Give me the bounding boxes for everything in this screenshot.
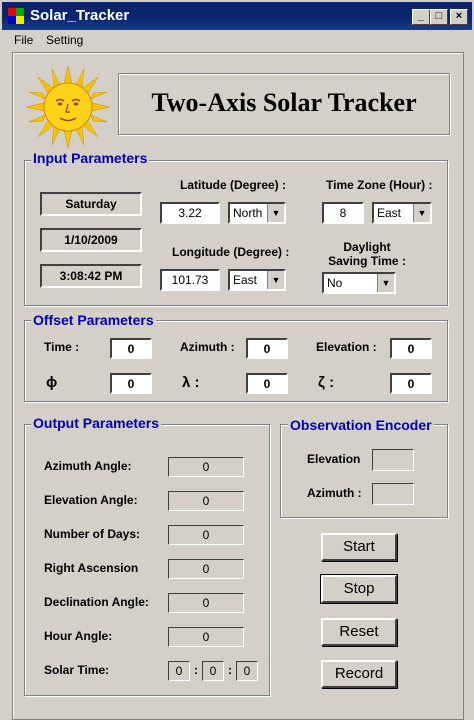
encoder-elevation-output	[372, 449, 414, 471]
chevron-down-icon[interactable]: ▼	[267, 204, 284, 222]
title-bar[interactable]: Solar_Tracker _ □ ×	[2, 2, 472, 30]
record-button[interactable]: Record	[321, 660, 397, 688]
offset-time-input[interactable]: 0	[110, 338, 152, 359]
window-title: Solar_Tracker	[30, 7, 130, 24]
sun-logo-icon	[25, 65, 111, 149]
offset-azimuth-input[interactable]: 0	[246, 338, 288, 359]
observation-encoder-group	[280, 424, 448, 518]
header-box: Two-Axis Solar Tracker	[118, 73, 450, 135]
input-parameters-title: Input Parameters	[31, 150, 150, 166]
timezone-input[interactable]: 8	[322, 202, 364, 224]
chevron-down-icon[interactable]: ▼	[377, 274, 394, 292]
zeta-label: ζ :	[318, 374, 335, 391]
zeta-input[interactable]: 0	[390, 373, 432, 394]
latitude-direction-value: North	[233, 206, 263, 220]
menu-bar: File Setting	[2, 30, 472, 50]
observation-encoder-title: Observation Encoder	[288, 417, 434, 433]
close-icon[interactable]: ×	[450, 9, 468, 25]
declination-angle-label: Declination Angle:	[44, 595, 149, 609]
app-title: Two-Axis Solar Tracker	[151, 88, 417, 117]
solar-time-minutes: 0	[202, 661, 224, 681]
solar-time-separator: :	[194, 663, 198, 677]
phi-input[interactable]: 0	[110, 373, 152, 394]
offset-elevation-label: Elevation :	[316, 340, 377, 354]
latitude-direction-select[interactable]: North ▼	[228, 202, 286, 224]
solar-time-hours: 0	[168, 661, 190, 681]
chevron-down-icon[interactable]: ▼	[413, 204, 430, 222]
app-icon	[8, 8, 24, 24]
phi-label: ϕ	[46, 374, 58, 391]
time-display: 3:08:42 PM	[40, 264, 142, 288]
hour-angle-label: Hour Angle:	[44, 629, 113, 643]
date-display: 1/10/2009	[40, 228, 142, 252]
solar-time-separator: :	[228, 663, 232, 677]
declination-angle-output: 0	[168, 593, 244, 613]
offset-parameters-group	[24, 320, 448, 402]
menu-setting[interactable]: Setting	[46, 33, 83, 47]
start-button[interactable]: Start	[321, 533, 397, 561]
maximize-icon[interactable]: □	[430, 9, 448, 25]
menu-file[interactable]: File	[14, 33, 33, 47]
dst-label-line1: Daylight	[343, 240, 391, 254]
minimize-icon[interactable]: _	[412, 9, 430, 25]
chevron-down-icon[interactable]: ▼	[267, 271, 284, 289]
longitude-label: Longitude (Degree) :	[172, 245, 290, 259]
encoder-azimuth-output	[372, 483, 414, 505]
offset-time-label: Time :	[44, 340, 80, 354]
lambda-label: λ :	[182, 374, 200, 391]
day-display: Saturday	[40, 192, 142, 216]
timezone-label: Time Zone (Hour) :	[326, 178, 433, 192]
longitude-direction-select[interactable]: East ▼	[228, 269, 286, 291]
dst-label-line2: Saving Time :	[328, 254, 406, 268]
longitude-direction-value: East	[233, 273, 258, 287]
output-parameters-title: Output Parameters	[31, 415, 162, 431]
right-ascension-label: Right Ascension	[44, 561, 139, 575]
dst-select[interactable]: No ▼	[322, 272, 396, 294]
offset-azimuth-label: Azimuth :	[180, 340, 235, 354]
reset-button[interactable]: Reset	[321, 618, 397, 646]
number-of-days-output: 0	[168, 525, 244, 545]
encoder-azimuth-label: Azimuth :	[307, 486, 362, 500]
offset-elevation-input[interactable]: 0	[390, 338, 432, 359]
offset-parameters-title: Offset Parameters	[31, 312, 156, 328]
solar-time-seconds: 0	[236, 661, 258, 681]
elevation-angle-label: Elevation Angle:	[44, 493, 138, 507]
encoder-elevation-label: Elevation	[307, 452, 361, 466]
latitude-input[interactable]: 3.22	[160, 202, 220, 224]
dst-value: No	[327, 276, 343, 290]
number-of-days-label: Number of Days:	[44, 527, 141, 541]
solar-time-label: Solar Time:	[44, 663, 110, 677]
azimuth-angle-output: 0	[168, 457, 244, 477]
elevation-angle-output: 0	[168, 491, 244, 511]
longitude-input[interactable]: 101.73	[160, 269, 220, 291]
timezone-direction-value: East	[377, 206, 402, 220]
latitude-label: Latitude (Degree) :	[180, 178, 287, 192]
lambda-input[interactable]: 0	[246, 373, 288, 394]
timezone-direction-select[interactable]: East ▼	[372, 202, 432, 224]
stop-button[interactable]: Stop	[320, 574, 398, 604]
right-ascension-output: 0	[168, 559, 244, 579]
hour-angle-output: 0	[168, 627, 244, 647]
azimuth-angle-label: Azimuth Angle:	[44, 459, 132, 473]
